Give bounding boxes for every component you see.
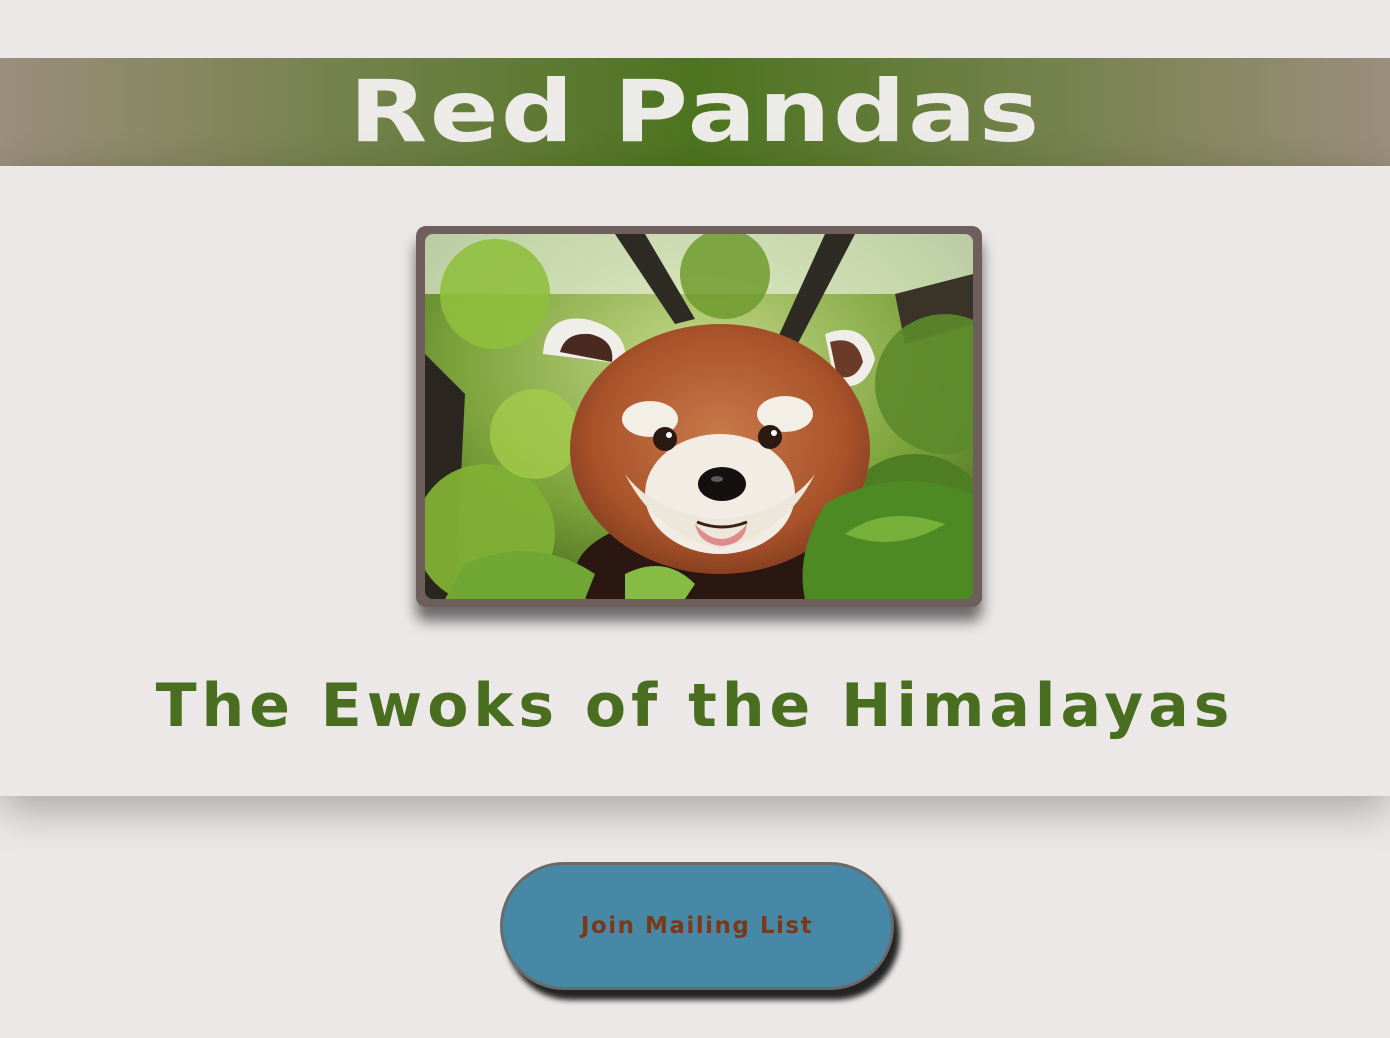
page-banner: Red Pandas (0, 58, 1390, 166)
page-title: Red Pandas (348, 62, 1042, 162)
photo-frame (416, 226, 982, 607)
red-panda-photo (425, 234, 973, 599)
join-mailing-list-button[interactable]: Join Mailing List (500, 862, 894, 990)
page-tagline: The Ewoks of the Himalayas (155, 671, 1235, 741)
hero-card: The Ewoks of the Himalayas (0, 166, 1390, 796)
join-mailing-list-label: Join Mailing List (580, 913, 814, 939)
